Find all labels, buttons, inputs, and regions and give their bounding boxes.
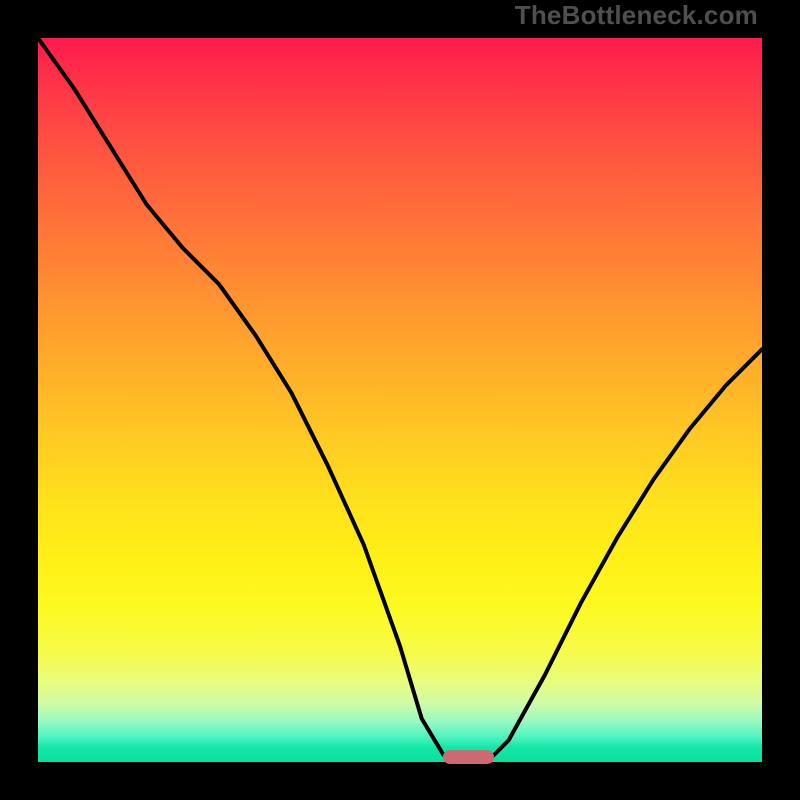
plot-area bbox=[38, 38, 762, 762]
optimum-marker bbox=[443, 750, 494, 764]
bottleneck-curve bbox=[38, 38, 762, 762]
curve-path bbox=[38, 38, 762, 762]
watermark-text: TheBottleneck.com bbox=[515, 0, 758, 31]
chart-container: TheBottleneck.com bbox=[0, 0, 800, 800]
